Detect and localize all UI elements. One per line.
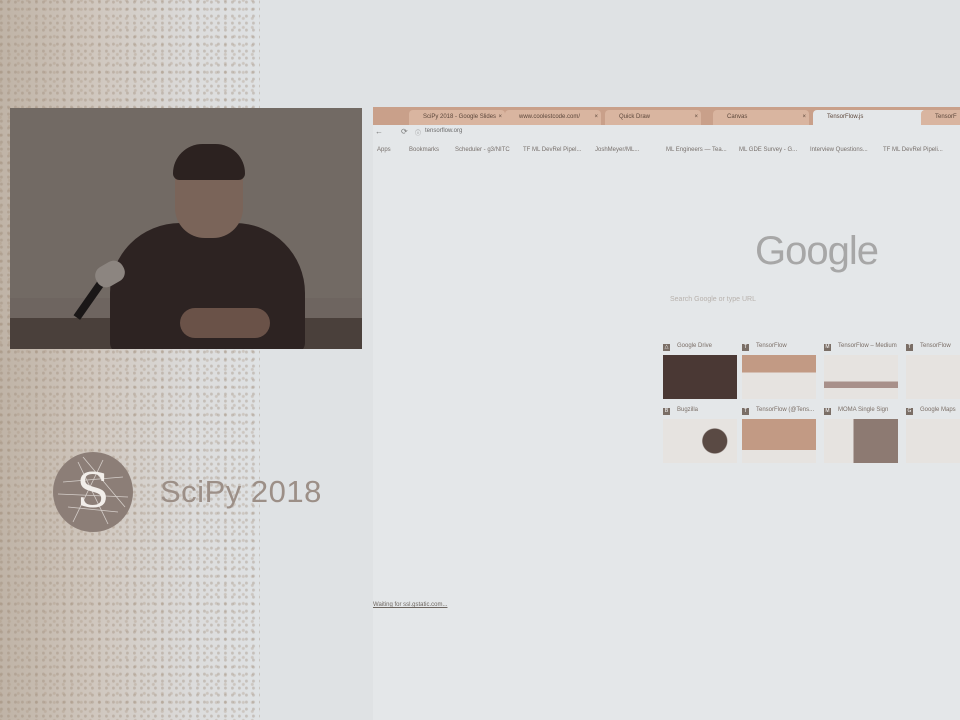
back-icon[interactable]: ← [375,127,383,136]
drive-icon: △ [663,344,670,351]
medium-icon: M [824,344,831,351]
bug-icon: B [663,408,670,415]
tab-quick-draw[interactable]: Quick Draw × [605,110,701,125]
bookmark-item[interactable]: ML GDE Survey - G... [739,147,797,153]
bookmark-item[interactable]: TF ML DevRel Pipel... [523,147,581,153]
tile-tensorflow-2[interactable]: T TensorFlow [906,343,960,403]
tile-google-maps[interactable]: G Google Maps [906,407,960,467]
tensorflow-icon: T [906,344,913,351]
info-icon[interactable]: ⓘ [415,128,421,137]
tile-thumbnail [824,419,898,463]
close-icon[interactable]: × [802,110,806,125]
logo-glyph: S [77,463,110,519]
bookmarks-bar: Apps Bookmarks Scheduler - g3/NITC TF ML… [373,144,960,158]
tile-thumbnail [742,355,816,399]
tile-thumbnail [906,419,960,463]
bookmark-item[interactable]: JoshMeyer/ML... [595,147,639,153]
tensorflow-icon: T [742,344,749,351]
tile-thumbnail [663,419,737,463]
url-field[interactable]: tensorflow.org [425,128,462,134]
bookmark-item[interactable]: Interview Questions... [810,147,868,153]
tile-tensorflow-twitter[interactable]: T TensorFlow (@Tens... [742,407,816,467]
reload-icon[interactable]: ⟳ [401,127,408,136]
tile-google-drive[interactable]: △ Google Drive [663,343,737,403]
speaker-hands [180,308,270,338]
scipy-logo-icon: S [53,452,133,532]
tile-bugzilla[interactable]: B Bugzilla [663,407,737,467]
tile-tensorflow-medium[interactable]: M TensorFlow – Medium [824,343,898,403]
bookmark-item[interactable]: Apps [377,147,391,153]
tab-bar: SciPy 2018 - Google Slides × www.coolestc… [373,107,960,125]
address-bar: ← ⟳ ⓘ tensorflow.org [373,125,960,140]
tile-moma-sign[interactable]: M MOMA Single Sign [824,407,898,467]
tab-canvas[interactable]: Canvas × [713,110,809,125]
maps-icon: G [906,408,913,415]
status-bar-text: Waiting for ssl.gstatic.com... [373,602,448,608]
close-icon[interactable]: × [694,110,698,125]
google-logo: Google [755,229,879,273]
tab-tensorflow-js[interactable]: TensorFlow.js× [813,110,927,125]
tab-coolestcode[interactable]: www.coolestcode.com/× [505,110,601,125]
conference-title: SciPy 2018 [160,474,322,509]
speaker-video [10,108,362,349]
bookmark-item[interactable]: ML Engineers — Tea... [666,147,727,153]
tab-scipy-slides[interactable]: SciPy 2018 - Google Slides × [409,110,505,125]
browser-window: SciPy 2018 - Google Slides × www.coolestc… [373,107,960,720]
tile-thumbnail [824,355,898,399]
close-icon[interactable]: × [594,110,598,125]
moma-icon: M [824,408,831,415]
bookmark-item[interactable]: TF ML DevRel Pipeli... [883,147,943,153]
tile-thumbnail [742,419,816,463]
tile-thumbnail [906,355,960,399]
bookmark-item[interactable]: Bookmarks [409,147,439,153]
tab-tensorflow[interactable]: TensorF [921,110,960,125]
search-input[interactable]: Search Google or type URL [670,296,756,303]
tile-thumbnail [663,355,737,399]
bookmark-item[interactable]: Scheduler - g3/NITC [455,147,510,153]
twitter-icon: T [742,408,749,415]
close-icon[interactable]: × [498,110,502,125]
tile-tensorflow[interactable]: T TensorFlow [742,343,816,403]
